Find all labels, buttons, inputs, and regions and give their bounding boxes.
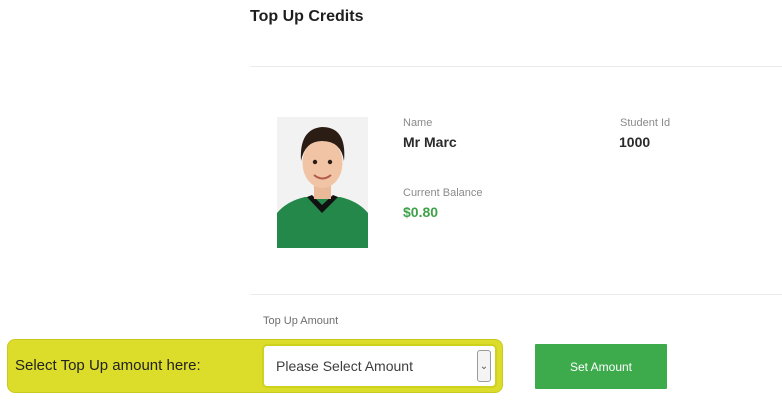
- callout-text: Select Top Up amount here:: [15, 357, 201, 374]
- current-balance: $0.80: [403, 204, 439, 220]
- chevron-down-icon[interactable]: ⌄: [477, 350, 491, 382]
- student-id-label: Student Id: [620, 117, 671, 129]
- select-value: Please Select Amount: [276, 358, 413, 374]
- student-name: Mr Marc: [403, 134, 457, 150]
- balance-label: Current Balance: [403, 187, 483, 199]
- student-id: 1000: [619, 134, 651, 150]
- page-title: Top Up Credits: [250, 8, 364, 25]
- student-photo: [277, 117, 368, 248]
- top-up-amount-select[interactable]: Please Select Amount ⌄: [262, 344, 497, 388]
- top-up-amount-label: Top Up Amount: [263, 315, 339, 327]
- set-amount-button[interactable]: Set Amount: [535, 344, 667, 389]
- name-label: Name: [403, 117, 433, 129]
- header-divider: [250, 66, 782, 67]
- section-divider: [250, 294, 782, 295]
